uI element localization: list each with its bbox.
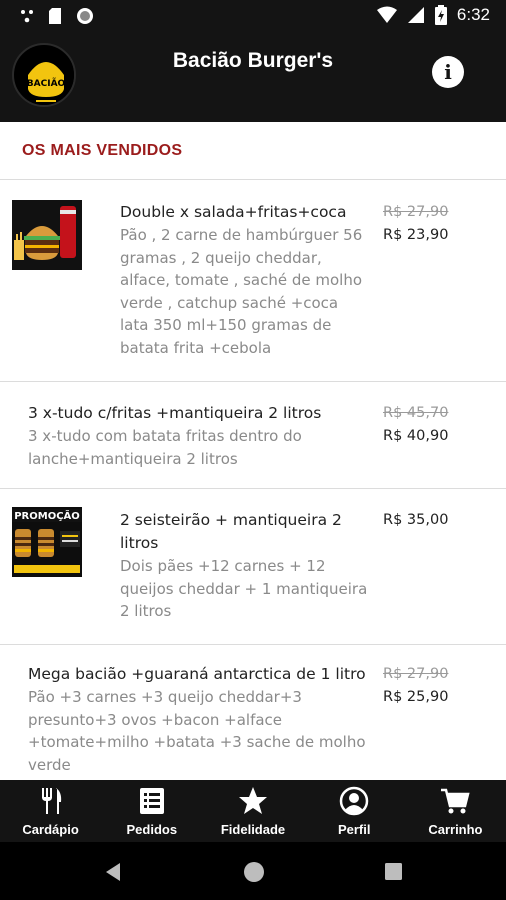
product-info: 3 x-tudo c/fritas +mantiqueira 2 litros …	[28, 402, 368, 470]
app-title: Bacião Burger's	[172, 49, 334, 72]
product-item[interactable]: 3 x-tudo c/fritas +mantiqueira 2 litros …	[0, 382, 506, 489]
product-prices: R$ 45,70 R$ 40,90	[383, 402, 493, 448]
product-name: 2 seisteirão + mantiqueira 2 litros	[120, 511, 342, 552]
info-button[interactable]: i	[432, 56, 464, 88]
signal-icon	[407, 7, 424, 23]
cutlery-icon	[41, 788, 61, 814]
product-image: PROMOÇÃO	[12, 507, 82, 577]
product-prices: R$ 27,90 R$ 23,90	[383, 201, 493, 247]
product-item[interactable]: Double x salada+fritas+coca Pão , 2 carn…	[0, 180, 506, 382]
nav-pedidos[interactable]: Pedidos	[101, 780, 202, 842]
svg-text:PROMOÇÃO: PROMOÇÃO	[14, 509, 80, 522]
notification-dots-icon	[21, 10, 33, 23]
star-icon	[239, 787, 267, 814]
nav-cardapio[interactable]: Cardápio	[0, 780, 101, 842]
product-name: Double x salada+fritas+coca	[120, 203, 347, 221]
price: R$ 23,90	[383, 227, 449, 243]
clock-time: 6:32	[456, 5, 490, 24]
product-info: Double x salada+fritas+coca Pão , 2 carn…	[120, 201, 368, 359]
price: R$ 40,90	[383, 428, 449, 444]
svg-text:BACIÃO: BACIÃO	[27, 78, 66, 89]
product-list[interactable]: OS MAIS VENDIDOS Double x salada+fritas+…	[0, 122, 506, 780]
sd-card-icon	[49, 8, 61, 24]
cart-icon	[441, 788, 471, 814]
back-icon[interactable]	[104, 862, 122, 882]
section-title: OS MAIS VENDIDOS	[22, 141, 183, 159]
battery-charging-icon	[434, 5, 447, 25]
product-item[interactable]: PROMOÇÃO 2 seisteirão + mantiqueira 2 li…	[0, 489, 506, 645]
nav-label: Perfil	[337, 822, 371, 837]
product-prices: R$ 35,00	[383, 509, 493, 532]
product-description: Pão +3 carnes +3 queijo cheddar+3 presun…	[28, 688, 366, 774]
product-description: 3 x-tudo com batata fritas dentro do lan…	[28, 427, 302, 468]
recents-icon[interactable]	[385, 863, 402, 880]
old-price: R$ 27,90	[383, 204, 449, 220]
product-description: Pão , 2 carne de hambúrguer 56 gramas , …	[120, 226, 363, 357]
app-bar: BACIÃO Bacião Burger's i	[0, 34, 506, 122]
nav-label: Pedidos	[126, 822, 178, 837]
product-description: Dois pães +12 carnes + 12 queijos chedda…	[120, 557, 368, 620]
product-info: 2 seisteirão + mantiqueira 2 litros Dois…	[120, 509, 368, 623]
status-icons-right: 6:32	[376, 5, 490, 25]
nav-label: Fidelidade	[220, 822, 286, 837]
home-icon[interactable]	[242, 860, 266, 884]
list-icon	[139, 788, 164, 814]
price: R$ 25,90	[383, 689, 449, 705]
nav-perfil[interactable]: Perfil	[304, 780, 405, 842]
product-image	[12, 200, 82, 270]
nav-label: Carrinho	[428, 822, 483, 837]
system-navigation-bar	[0, 842, 506, 900]
sync-circle-icon	[77, 8, 93, 24]
section-header: OS MAIS VENDIDOS	[0, 122, 506, 180]
wifi-icon	[376, 6, 397, 23]
user-icon	[339, 786, 369, 816]
nav-label: Cardápio	[22, 822, 79, 837]
product-info: Mega bacião +guaraná antarctica de 1 lit…	[28, 663, 368, 776]
product-prices: R$ 27,90 R$ 25,90	[383, 663, 493, 709]
status-icons-left	[20, 7, 94, 25]
status-bar: 6:32	[0, 0, 506, 34]
product-name: Mega bacião +guaraná antarctica de 1 lit…	[28, 665, 366, 683]
nav-carrinho[interactable]: Carrinho	[405, 780, 506, 842]
old-price: R$ 45,70	[383, 405, 449, 421]
old-price: R$ 27,90	[383, 666, 449, 682]
price: R$ 35,00	[383, 512, 449, 528]
product-name: 3 x-tudo c/fritas +mantiqueira 2 litros	[28, 404, 322, 422]
product-item[interactable]: Mega bacião +guaraná antarctica de 1 lit…	[0, 645, 506, 780]
nav-fidelidade[interactable]: Fidelidade	[202, 780, 303, 842]
bottom-navigation: Cardápio Pedidos Fidelidade Perfil Carri…	[0, 780, 506, 842]
info-icon: i	[444, 60, 452, 84]
